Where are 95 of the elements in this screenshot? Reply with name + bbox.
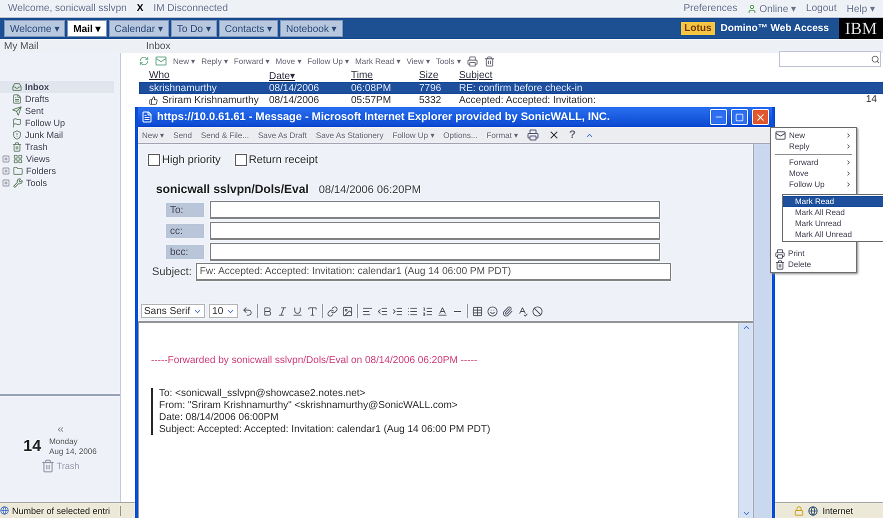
toolbar-button[interactable]: Follow Up ▾ <box>392 130 434 140</box>
toolbar-button[interactable]: New ▾ <box>173 56 196 66</box>
top-link[interactable]: Preferences <box>683 3 738 14</box>
column-header[interactable]: Time <box>351 70 419 81</box>
im-status: IM Disconnected <box>153 3 228 14</box>
toolbar-button[interactable]: Forward ▾ <box>234 56 270 66</box>
message-row[interactable]: skrishnamurthy 08/14/2006 06:08PM 7796 RE: confirm before check-in <box>139 82 883 94</box>
menu-item[interactable]: Mark Read <box>783 196 883 207</box>
table-cell: RE: confirm before check-in <box>459 82 582 94</box>
menu-item[interactable]: Follow Up <box>771 179 856 190</box>
help-button[interactable]: ? <box>569 129 576 141</box>
weekday-text: Monday <box>49 436 79 446</box>
sent-date: 08/14/2006 06:20PM <box>318 184 421 196</box>
nav-tab[interactable]: Mail ▾ <box>67 20 107 37</box>
checkbox-option[interactable]: High priority <box>148 154 221 166</box>
sidebar-item[interactable]: Trash <box>0 141 114 153</box>
table-cell: Sriram Krishnamurthy <box>149 94 259 106</box>
toolbar-button[interactable]: Save As Stationery <box>316 130 384 140</box>
table-cell: 08/14/2006 <box>269 94 320 106</box>
table-cell: 14 <box>866 94 877 105</box>
menu-item[interactable]: Move <box>771 168 856 179</box>
sender-name: sonicwall sslvpn/Dols/Eval <box>156 182 309 196</box>
sidebar-item[interactable]: Folders <box>0 165 114 177</box>
top-link[interactable]: Logout <box>806 3 837 14</box>
window-title: https://10.0.61.61 - Message - Microsoft Internet Explorer provided by SonicWALL, INC. <box>157 111 611 123</box>
toolbar-button[interactable]: View ▾ <box>406 56 430 66</box>
address-button[interactable]: cc: <box>166 224 204 238</box>
menu-item[interactable]: Mark All Unread <box>783 229 883 240</box>
menu-item[interactable]: Reply <box>771 141 856 152</box>
toolbar-button[interactable]: Send & File... <box>200 130 249 140</box>
toolbar-button[interactable]: Mark Read ▾ <box>355 56 400 66</box>
sidebar-item[interactable]: Drafts <box>0 93 114 105</box>
table-cell: 7796 <box>419 82 442 94</box>
table-cell: 08/14/2006 <box>269 82 320 94</box>
welcome-text: Welcome, sonicwall sslvpn <box>8 3 127 14</box>
message-row[interactable]: Sriram Krishnamurthy 08/14/2006 05:57PM 5332 Accepted: Accepted: Invitation: 14 <box>139 94 883 106</box>
sidebar-item[interactable]: Tools <box>0 177 114 189</box>
table-cell: 06:08PM <box>351 82 392 94</box>
quoted-line: From: "Sriram Krishnamurthy" <skrishnamurthy@SonicWALL.com> <box>159 400 459 411</box>
quoted-line: Date: 08/14/2006 06:00PM <box>159 412 280 423</box>
table-cell: 5332 <box>419 94 442 106</box>
company-logo: IBM <box>838 18 883 39</box>
toolbar-button[interactable]: Reply ▾ <box>201 56 228 66</box>
toolbar-button[interactable]: Format ▾ <box>486 130 518 140</box>
brand-badge: Lotus <box>681 22 715 35</box>
toolbar-button[interactable]: Tools ▾ <box>436 56 461 66</box>
column-header[interactable]: Who <box>149 70 269 81</box>
menu-item[interactable]: Mark All Read <box>783 207 883 218</box>
status-text: Number of selected entri <box>0 506 121 516</box>
menu-item[interactable]: Delete <box>771 259 856 270</box>
quoted-line: To: <sonicwall_sslvpn@showcase2.notes.net> <box>159 388 366 399</box>
zone-text: Internet <box>822 506 853 516</box>
subject-label: Subject: <box>152 266 192 278</box>
top-link[interactable]: Online ▾ <box>747 2 796 14</box>
address-button[interactable]: To: <box>166 203 204 217</box>
column-header[interactable]: Size <box>419 70 459 81</box>
sidebar-item[interactable]: Inbox <box>0 81 114 93</box>
sidebar-item[interactable]: Junk Mail <box>0 129 114 141</box>
address-button[interactable]: bcc: <box>166 245 204 259</box>
table-cell: skrishnamurthy <box>149 82 217 94</box>
checkbox-option[interactable]: Return receipt <box>234 154 318 166</box>
sidebar-item[interactable]: Follow Up <box>0 117 114 129</box>
menu-item[interactable]: Print <box>771 248 856 259</box>
nav-tab[interactable]: Welcome ▾ <box>4 20 66 37</box>
size-select[interactable]: 10 <box>209 304 238 318</box>
nav-tab[interactable]: Contacts ▾ <box>218 20 278 37</box>
toolbar-button[interactable]: Options... <box>443 130 478 140</box>
folder-title: Inbox <box>146 40 170 52</box>
top-link[interactable]: Help ▾ <box>846 2 875 14</box>
toolbar-button[interactable]: New ▾ <box>142 130 164 140</box>
product-name: Domino™ Web Access <box>720 23 829 34</box>
forward-line: -----Forwarded by sonicwall sslvpn/Dols/Eval on 08/14/2006 06:20PM ----- <box>151 355 478 366</box>
toolbar-button[interactable]: Move ▾ <box>275 56 302 66</box>
toolbar-button[interactable]: Save As Draft <box>258 130 307 140</box>
subject-field[interactable]: Fw: Accepted: Accepted: Invitation: calendar1 (Aug 14 06:00 PM PDT) <box>196 263 671 281</box>
toolbar-button[interactable]: Follow Up ▾ <box>307 56 350 66</box>
close-mark[interactable]: X <box>136 3 144 14</box>
sidebar-item[interactable]: Views <box>0 153 114 165</box>
day-number: 14 <box>23 438 42 456</box>
toolbar-button[interactable]: Send <box>173 130 192 140</box>
column-header[interactable]: Date▾ <box>269 70 351 82</box>
column-header[interactable]: Subject <box>459 70 883 81</box>
font-select[interactable]: Sans Serif <box>141 304 206 318</box>
sidebar-item[interactable]: Sent <box>0 105 114 117</box>
menu-item[interactable]: Mark Unread <box>783 218 883 229</box>
table-cell: Accepted: Accepted: Invitation: <box>459 94 596 106</box>
section-title: My Mail <box>3 40 40 52</box>
quoted-line: Subject: Accepted: Accepted: Invitation: calendar1 (Aug 14 06:00 PM PDT) <box>159 424 492 435</box>
table-cell: 05:57PM <box>351 94 392 106</box>
date-text: Aug 14, 2006 <box>49 446 97 456</box>
nav-tab[interactable]: Calendar ▾ <box>108 20 169 37</box>
nav-tab[interactable]: To Do ▾ <box>170 20 217 37</box>
nav-tab[interactable]: Notebook ▾ <box>280 20 343 37</box>
menu-item[interactable]: New <box>771 130 856 141</box>
menu-item[interactable]: Forward <box>771 157 856 168</box>
